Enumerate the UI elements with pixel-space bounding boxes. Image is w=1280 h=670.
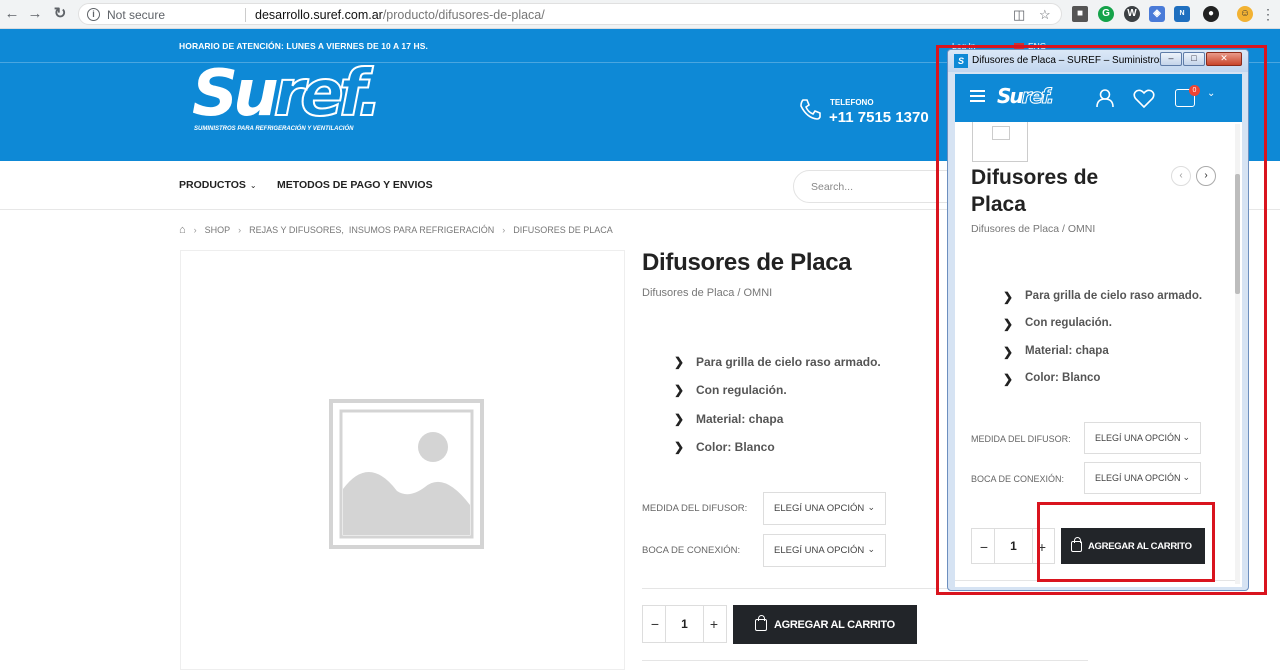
breadcrumb-rejas[interactable]: REJAS Y DIFUSORES,: [249, 225, 344, 235]
breadcrumb-shop[interactable]: SHOP: [205, 225, 231, 235]
breadcrumb-separator: ›: [502, 225, 506, 235]
breadcrumb: ⌂ › SHOP › REJAS Y DIFUSORES, INSUMOS PARA RE…: [179, 224, 621, 236]
home-icon[interactable]: ⌂: [179, 224, 186, 236]
nav-products[interactable]: PRODUCTOS ⌄: [179, 179, 257, 191]
shopping-bag-icon: [755, 615, 767, 631]
address-bar[interactable]: i Not secure desarrollo.suref.com.ar/pro…: [78, 3, 1062, 25]
chrome-menu-icon[interactable]: ⋮: [1260, 6, 1276, 22]
variation-label-medida: MEDIDA DEL DIFUSOR:: [642, 503, 748, 514]
extension-grammarly-icon[interactable]: G: [1098, 6, 1114, 22]
divider: [642, 660, 1088, 661]
quantity-stepper[interactable]: − 1 +: [642, 605, 727, 643]
variation-label-boca: BOCA DE CONEXIÓN:: [642, 545, 741, 556]
feature-text: Para grilla de cielo raso armado.: [696, 355, 881, 369]
extension-translate-icon[interactable]: ◈: [1149, 6, 1165, 22]
extension-wordpress-icon[interactable]: W: [1124, 6, 1140, 22]
annotation-highlight-cart-button: [1037, 502, 1215, 582]
forward-arrow-icon[interactable]: →: [27, 6, 43, 22]
phone-label: TELEFONO: [830, 98, 874, 107]
chevron-down-icon: ⌄: [867, 502, 875, 512]
feature-text: Color: Blanco: [696, 440, 775, 454]
profile-avatar-icon[interactable]: ☺: [1237, 6, 1253, 22]
breadcrumb-separator: ›: [238, 225, 242, 235]
bookmark-star-icon[interactable]: ☆: [1039, 7, 1051, 23]
chevron-right-icon: ❯: [674, 383, 685, 397]
chevron-down-icon: ⌄: [867, 544, 875, 554]
add-to-cart-label: AGREGAR AL CARRITO: [774, 619, 895, 631]
browser-toolbar: ← → ↻ i Not secure desarrollo.suref.com.…: [0, 0, 1280, 29]
feature-text: Con regulación.: [696, 383, 787, 397]
feature-text: Material: chapa: [696, 412, 784, 426]
quantity-value[interactable]: 1: [665, 606, 704, 642]
quantity-minus-button[interactable]: −: [645, 616, 665, 632]
chevron-right-icon: ❯: [674, 355, 685, 369]
opening-hours: HORARIO DE ATENCIÓN: LUNES A VIERNES DE …: [179, 41, 428, 51]
info-icon[interactable]: i: [87, 8, 100, 21]
divider: [245, 8, 246, 22]
reload-icon[interactable]: ↻: [52, 6, 68, 22]
phone-icon: [800, 99, 821, 120]
back-arrow-icon[interactable]: ←: [4, 6, 20, 22]
chevron-right-icon: ❯: [674, 412, 685, 426]
search-placeholder: Search...: [811, 181, 854, 193]
logo-tagline: SUMINISTROS PARA REFRIGERACIÓN Y VENTILA…: [194, 126, 354, 132]
breadcrumb-current: DIFUSORES DE PLACA: [513, 225, 613, 235]
chevron-right-icon: ❯: [674, 440, 685, 454]
site-logo[interactable]: Suref.: [192, 61, 383, 127]
extension-new-icon[interactable]: N: [1174, 6, 1190, 22]
select-value: ELEGÍ UNA OPCIÓN: [774, 503, 865, 514]
product-image-box[interactable]: [180, 250, 625, 670]
logo-ref: ref.: [273, 57, 384, 131]
select-boca[interactable]: ELEGÍ UNA OPCIÓN ⌄: [763, 534, 886, 567]
logo-su: Su: [192, 57, 279, 131]
url-domain: desarrollo.suref.com.ar: [255, 8, 383, 22]
phone-number[interactable]: +11 7515 1370: [829, 109, 929, 126]
nav-payment-shipping[interactable]: METODOS DE PAGO Y ENVIOS: [277, 179, 433, 191]
product-title: Difusores de Placa: [642, 249, 852, 276]
extension-nl-icon[interactable]: ●: [1203, 6, 1219, 22]
url-text[interactable]: desarrollo.suref.com.ar/producto/difusor…: [255, 8, 545, 22]
translate-icon[interactable]: ◫: [1013, 7, 1025, 23]
product-category: Difusores de Placa / OMNI: [642, 287, 773, 299]
add-to-cart-button[interactable]: AGREGAR AL CARRITO: [733, 605, 917, 644]
quantity-plus-button[interactable]: +: [704, 616, 724, 632]
extension-car-icon[interactable]: ■: [1072, 6, 1088, 22]
select-value: ELEGÍ UNA OPCIÓN: [774, 545, 865, 556]
security-label: Not secure: [107, 8, 166, 22]
nav-products-label: PRODUCTOS: [179, 179, 246, 191]
chevron-down-icon: ⌄: [249, 181, 257, 190]
breadcrumb-insumos[interactable]: INSUMOS PARA REFRIGERACIÓN: [349, 225, 494, 235]
image-placeholder-icon: [329, 399, 484, 549]
url-path: /producto/difusores-de-placa/: [382, 8, 545, 22]
breadcrumb-separator: ›: [193, 225, 197, 235]
select-medida[interactable]: ELEGÍ UNA OPCIÓN ⌄: [763, 492, 886, 525]
